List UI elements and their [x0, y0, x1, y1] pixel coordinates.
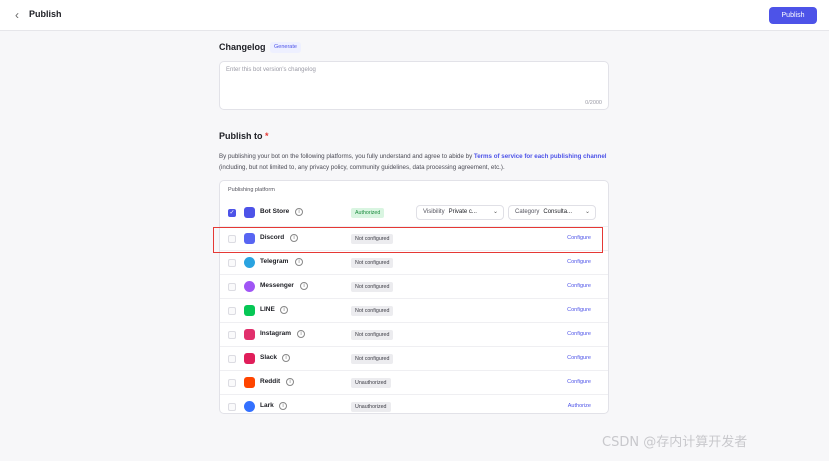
authorize-button[interactable]: Authorize: [568, 403, 591, 409]
highlight-box: [213, 227, 603, 253]
publish-button[interactable]: Publish: [769, 7, 817, 24]
line-icon: [244, 305, 255, 316]
platform-row-telegram: Telegram i Not configured Configure: [220, 250, 608, 274]
status-badge: Unauthorized: [351, 378, 391, 388]
category-select[interactable]: Category Consulta... ⌄: [508, 205, 596, 220]
changelog-input[interactable]: Enter this bot version's changelog 0/200…: [219, 61, 609, 110]
bot-store-checkbox[interactable]: ✓: [228, 209, 236, 217]
platform-name: Bot Store: [260, 208, 290, 215]
platform-name: Lark: [260, 402, 274, 409]
reddit-checkbox[interactable]: [228, 379, 236, 387]
visibility-select[interactable]: Visibility Private c... ⌄: [416, 205, 504, 220]
platform-name: Slack: [260, 354, 277, 361]
status-badge: Not configured: [351, 306, 394, 316]
top-bar: ‹ Publish Publish: [0, 0, 829, 31]
status-badge: Unauthorized: [351, 402, 391, 412]
changelog-title: Changelog: [219, 42, 266, 52]
page-title: Publish: [29, 9, 62, 19]
platform-row-instagram: Instagram i Not configured Configure: [220, 322, 608, 346]
configure-button[interactable]: Configure: [567, 259, 591, 265]
instagram-icon: [244, 329, 255, 340]
platform-row-reddit: Reddit i Unauthorized Configure: [220, 370, 608, 394]
platform-table: Publishing platform ✓ Bot Store i Author…: [219, 180, 609, 414]
configure-button[interactable]: Configure: [567, 331, 591, 337]
messenger-icon: [244, 281, 255, 292]
changelog-counter: 0/2000: [585, 100, 602, 106]
platform-row-messenger: Messenger i Not configured Configure: [220, 274, 608, 298]
changelog-placeholder: Enter this bot version's changelog: [226, 67, 316, 73]
configure-button[interactable]: Configure: [567, 379, 591, 385]
configure-button[interactable]: Configure: [567, 355, 591, 361]
chevron-down-icon: ⌄: [584, 209, 590, 215]
instagram-checkbox[interactable]: [228, 331, 236, 339]
publish-description: By publishing your bot on the following …: [219, 153, 607, 171]
slack-checkbox[interactable]: [228, 355, 236, 363]
platform-name: Messenger: [260, 282, 294, 289]
info-icon[interactable]: i: [295, 208, 303, 216]
watermark: CSDN @存内计算开发者: [602, 435, 748, 450]
publish-to-title: Publish to *: [219, 131, 269, 141]
status-badge: Not configured: [351, 330, 394, 340]
status-badge: Authorized: [351, 208, 385, 218]
telegram-checkbox[interactable]: [228, 259, 236, 267]
info-icon[interactable]: i: [297, 330, 305, 338]
chevron-left-icon[interactable]: ‹: [10, 8, 24, 22]
terms-link[interactable]: Terms of service for each publishing cha…: [474, 153, 607, 160]
status-badge: Not configured: [351, 258, 394, 268]
info-icon[interactable]: i: [282, 354, 290, 362]
platform-row-slack: Slack i Not configured Configure: [220, 346, 608, 370]
required-mark: *: [265, 131, 269, 141]
platform-row-bot-store: ✓ Bot Store i Authorized Visibility Priva…: [220, 201, 608, 225]
messenger-checkbox[interactable]: [228, 283, 236, 291]
info-icon[interactable]: i: [295, 258, 303, 266]
platform-table-header: Publishing platform: [228, 187, 275, 193]
telegram-icon: [244, 257, 255, 268]
status-badge: Not configured: [351, 282, 394, 292]
platform-row-line: LINE i Not configured Configure: [220, 298, 608, 322]
line-checkbox[interactable]: [228, 307, 236, 315]
bot-store-icon: [244, 207, 255, 218]
info-icon[interactable]: i: [286, 378, 294, 386]
platform-name: LINE: [260, 306, 275, 313]
info-icon[interactable]: i: [279, 402, 287, 410]
info-icon[interactable]: i: [280, 306, 288, 314]
info-icon[interactable]: i: [300, 282, 308, 290]
configure-button[interactable]: Configure: [567, 283, 591, 289]
lark-checkbox[interactable]: [228, 403, 236, 411]
status-badge: Not configured: [351, 354, 394, 364]
chevron-down-icon: ⌄: [492, 209, 498, 215]
platform-name: Reddit: [260, 378, 281, 385]
slack-icon: [244, 353, 255, 364]
platform-row-lark: Lark i Unauthorized Authorize: [220, 394, 608, 418]
lark-icon: [244, 401, 255, 412]
platform-name: Telegram: [260, 258, 289, 265]
platform-name: Instagram: [260, 330, 292, 337]
generate-button[interactable]: Generate: [270, 42, 301, 53]
reddit-icon: [244, 377, 255, 388]
configure-button[interactable]: Configure: [567, 307, 591, 313]
